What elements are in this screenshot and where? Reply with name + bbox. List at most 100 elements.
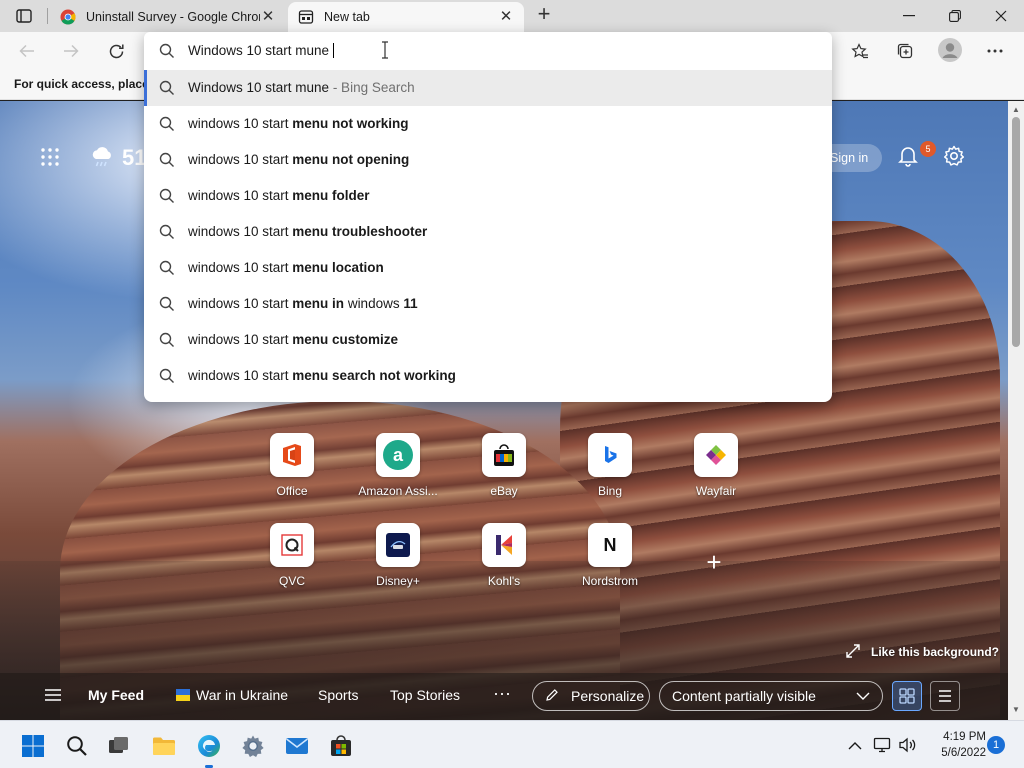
new-tab-button[interactable]: + (533, 3, 555, 26)
tab-new-tab[interactable]: New tab ✕ (288, 2, 524, 32)
suggestion-text: Windows 10 start mune - Bing Search (188, 80, 415, 95)
grid-view-icon[interactable] (892, 681, 922, 711)
suggestion-text: windows 10 start menu location (188, 260, 384, 275)
tab-uninstall-survey[interactable]: Uninstall Survey - Google Chrome ✕ (50, 2, 286, 32)
search-suggestion[interactable]: windows 10 start menu troubleshooter (144, 214, 832, 250)
forward-icon[interactable] (60, 40, 82, 62)
quick-link-label: Amazon Assi... (358, 484, 438, 498)
personalize-button[interactable]: Personalize (532, 681, 650, 711)
tab-my-feed[interactable]: My Feed (88, 687, 144, 703)
search-suggestion[interactable]: Windows 10 start mune - Bing Search (144, 70, 832, 106)
quick-link-wayfair[interactable]: Wayfair (671, 433, 761, 498)
edge-browser-icon[interactable] (196, 733, 222, 768)
quick-link-kohls[interactable]: Kohl's (459, 523, 549, 588)
search-suggestion[interactable]: windows 10 start menu not opening (144, 142, 832, 178)
weather-widget[interactable]: 51 (90, 145, 146, 171)
close-tab-icon[interactable]: ✕ (498, 9, 514, 25)
search-icon[interactable] (64, 733, 90, 759)
scrollbar-thumb[interactable] (1012, 117, 1020, 347)
suggestion-text: windows 10 start menu search not working (188, 368, 456, 383)
search-suggestion[interactable]: windows 10 start menu customize (144, 322, 832, 358)
content-visibility-dropdown[interactable]: Content partially visible (659, 681, 883, 711)
quick-link-label: Nordstrom (581, 574, 638, 588)
notifications-bell-icon[interactable] (898, 145, 922, 169)
suggestion-completion-part: menu not working (292, 116, 409, 131)
suggestion-text: windows 10 start menu troubleshooter (188, 224, 427, 239)
svg-text:N: N (604, 535, 617, 555)
search-suggestion[interactable]: windows 10 start menu folder (144, 178, 832, 214)
tab-actions-icon[interactable] (10, 6, 38, 26)
hamburger-menu-icon[interactable] (44, 688, 62, 704)
back-icon[interactable] (16, 40, 38, 62)
scroll-down-arrow-icon[interactable]: ▼ (1012, 705, 1020, 714)
more-topics-button[interactable]: ··· (493, 683, 511, 704)
suggestion-typed-part: windows 10 start (188, 188, 293, 203)
search-suggestion[interactable]: windows 10 start menu in windows 11 (144, 286, 832, 322)
volume-icon[interactable] (898, 736, 916, 754)
address-bar-input[interactable]: Windows 10 start mune (144, 32, 832, 70)
refresh-icon[interactable] (105, 40, 127, 62)
ukraine-flag-icon (176, 689, 190, 701)
quick-link-disney[interactable]: Disney+ (353, 523, 443, 588)
tab-separator (47, 8, 48, 24)
weather-temperature: 51 (122, 145, 147, 170)
settings-gear-icon[interactable] (240, 733, 266, 759)
quick-link-label: Bing (597, 484, 623, 498)
search-suggestion[interactable]: windows 10 start menu search not working (144, 358, 832, 394)
tab-war-in-ukraine[interactable]: War in Ukraine (176, 687, 288, 703)
favorites-icon[interactable] (849, 40, 871, 62)
tab-sports[interactable]: Sports (318, 687, 358, 703)
minimize-icon[interactable] (886, 0, 932, 32)
tab-strip: Uninstall Survey - Google Chrome ✕ New t… (0, 0, 1024, 32)
more-menu-icon[interactable] (984, 40, 1006, 62)
quick-link-bing[interactable]: Bing (565, 433, 655, 498)
collections-icon[interactable] (894, 40, 916, 62)
system-clock[interactable]: 4:19 PM 5/6/2022 (922, 729, 986, 761)
suggestion-typed-part: windows 10 start (188, 152, 293, 167)
wayfair-icon (694, 433, 738, 477)
quick-link-amazon[interactable]: a Amazon Assi... (353, 433, 443, 498)
close-tab-icon[interactable]: ✕ (260, 9, 276, 25)
search-suggestion[interactable]: windows 10 start menu location (144, 250, 832, 286)
close-window-icon[interactable] (978, 0, 1024, 32)
list-view-icon[interactable] (930, 681, 960, 711)
search-icon (159, 260, 175, 276)
suggestion-typed-part: windows 10 start (188, 116, 293, 131)
page-scrollbar[interactable]: ▲ ▼ (1008, 101, 1024, 720)
taskbar: 4:19 PM 5/6/2022 1 (0, 720, 1024, 768)
like-background-button[interactable]: Like this background? (846, 644, 999, 660)
suggestion-typed-part: windows 10 start (188, 368, 293, 383)
office-icon (270, 433, 314, 477)
search-icon (159, 80, 175, 96)
search-suggestion[interactable]: windows 10 start menu not working (144, 106, 832, 142)
quick-link-label: Disney+ (376, 574, 420, 588)
notification-center-badge[interactable]: 1 (987, 736, 1005, 754)
content-visibility-label: Content partially visible (672, 688, 816, 704)
suggestion-completion-part: menu customize (292, 332, 399, 347)
show-hidden-icons-chevron-up-icon[interactable] (846, 736, 864, 754)
mail-icon[interactable] (284, 733, 310, 759)
suggestion-completion-part: menu in (292, 296, 345, 311)
restore-icon[interactable] (932, 0, 978, 32)
quick-link-ebay[interactable]: eBay (459, 433, 549, 498)
network-icon[interactable] (873, 736, 891, 754)
suggestion-completion-part: menu troubleshooter (292, 224, 428, 239)
file-explorer-icon[interactable] (151, 733, 177, 759)
add-quick-link-button[interactable]: + (700, 549, 728, 577)
microsoft-store-icon[interactable] (328, 733, 354, 759)
tab-top-stories[interactable]: Top Stories (390, 687, 460, 703)
quick-link-office[interactable]: Office (247, 433, 337, 498)
svg-text:a: a (393, 445, 404, 465)
suggestion-typed-part-2: windows (344, 296, 404, 311)
tab-label: War in Ukraine (196, 687, 289, 703)
page-settings-gear-icon[interactable] (943, 145, 967, 169)
quick-link-nordstrom[interactable]: N Nordstrom (565, 523, 655, 588)
search-icon (159, 368, 175, 384)
windows-start-icon[interactable] (20, 733, 46, 759)
profile-avatar[interactable] (938, 38, 962, 62)
scroll-up-arrow-icon[interactable]: ▲ (1012, 105, 1020, 114)
task-view-icon[interactable] (106, 733, 132, 759)
quick-link-qvc[interactable]: QVC (247, 523, 337, 588)
suggestion-completion-part: menu not opening (292, 152, 410, 167)
apps-grid-icon[interactable] (40, 147, 64, 171)
